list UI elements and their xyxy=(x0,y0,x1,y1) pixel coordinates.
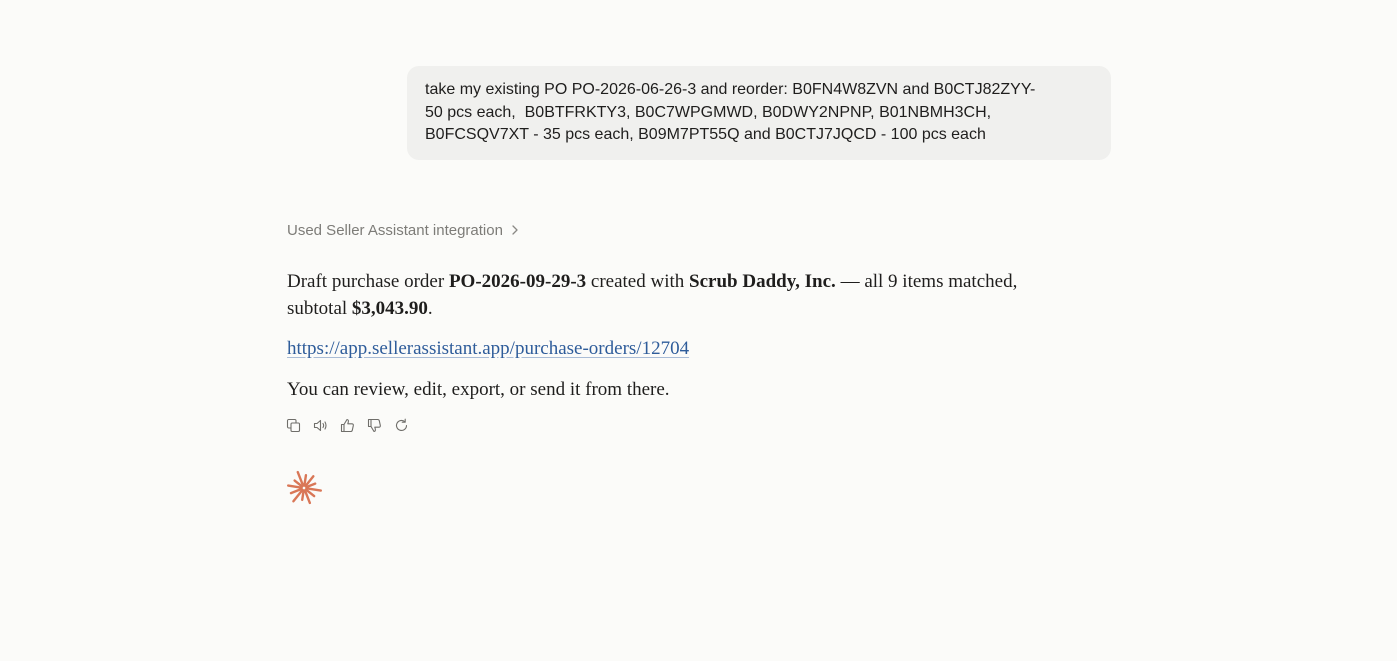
reply-summary-line-2: subtotal $3,043.90. xyxy=(287,295,1107,322)
copy-button[interactable] xyxy=(285,416,301,434)
vendor-name: Scrub Daddy, Inc. xyxy=(689,271,836,292)
reply-text: subtotal xyxy=(287,298,352,319)
thumbs-down-button[interactable] xyxy=(366,416,382,434)
message-actions xyxy=(285,416,409,434)
reply-summary-line-1: Draft purchase order PO-2026-09-29-3 cre… xyxy=(287,268,1107,295)
reply-link-paragraph: https://app.sellerassistant.app/purchase… xyxy=(287,335,1107,362)
subtotal-value: $3,043.90 xyxy=(351,298,428,319)
user-message-line: take my existing PO PO-2026-06-26-3 and … xyxy=(425,81,1036,98)
thumbs-down-icon xyxy=(367,418,381,432)
reply-summary: Draft purchase order PO-2026-09-29-3 cre… xyxy=(287,268,1107,322)
chevron-right-icon xyxy=(512,225,518,235)
speaker-icon xyxy=(313,419,327,431)
reply-text: — all 9 items matched, xyxy=(835,271,1018,292)
reply-text: . xyxy=(427,298,433,319)
thumbs-up-icon xyxy=(340,418,354,432)
user-message-line: B0FCSQV7XT - 35 pcs each, B09M7PT55Q and… xyxy=(425,126,986,143)
purchase-order-link[interactable]: https://app.sellerassistant.app/purchase… xyxy=(287,338,689,359)
po-number: PO-2026-09-29-3 xyxy=(448,271,587,292)
retry-button[interactable] xyxy=(393,416,409,434)
tool-usage-toggle[interactable]: Used Seller Assistant integration xyxy=(287,219,519,241)
retry-icon xyxy=(395,418,407,431)
reply-text: Draft purchase order xyxy=(287,271,449,292)
user-message-line: 50 pcs each, B0BTFRKTY3, B0C7WPGMWD, B0D… xyxy=(425,103,992,121)
reply-text: created with xyxy=(586,271,690,292)
claude-spark-icon xyxy=(286,470,323,505)
reply-closing: You can review, edit, export, or send it… xyxy=(287,379,670,400)
tool-usage-label: Used Seller Assistant integration xyxy=(287,221,503,239)
read-aloud-button[interactable] xyxy=(312,416,328,434)
thumbs-up-button[interactable] xyxy=(339,416,355,434)
copy-icon xyxy=(286,418,300,432)
user-message-bubble: take my existing PO PO-2026-06-26-3 and … xyxy=(407,66,1111,160)
